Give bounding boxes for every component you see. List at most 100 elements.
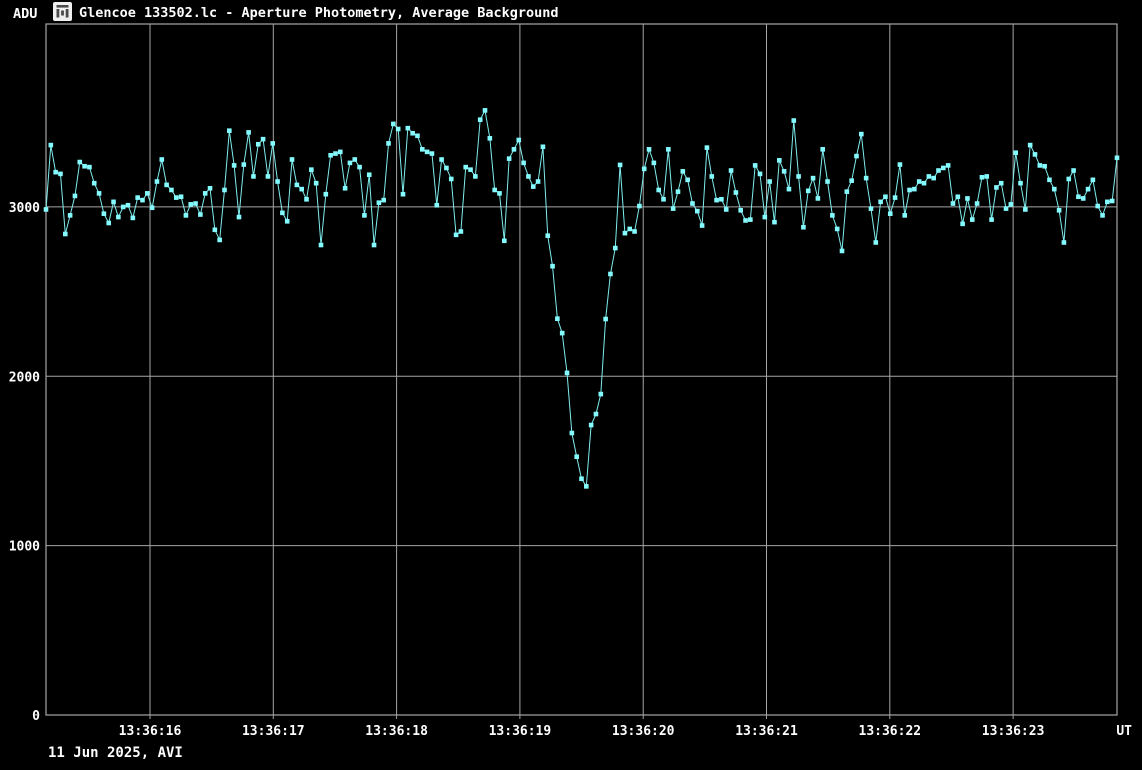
data-point-marker: [681, 169, 686, 174]
data-point-marker: [246, 130, 251, 135]
data-point-marker: [126, 203, 131, 208]
data-point-marker: [758, 172, 763, 177]
data-point-marker: [1052, 187, 1057, 192]
data-point-marker: [965, 196, 970, 201]
data-point-marker: [121, 205, 126, 210]
data-point-marker: [748, 217, 753, 222]
data-point-marker: [1004, 206, 1009, 211]
data-point-marker: [873, 240, 878, 245]
data-point-marker: [608, 272, 613, 277]
data-point-marker: [1100, 213, 1105, 218]
light-curve-line: [46, 110, 1117, 486]
data-point-marker: [454, 233, 459, 238]
y-tick-label: 2000: [9, 370, 40, 385]
data-point-marker: [1062, 240, 1067, 245]
data-point-marker: [1066, 177, 1071, 182]
y-tick-label: 1000: [9, 540, 40, 555]
data-point-marker: [975, 201, 980, 206]
data-point-marker: [352, 157, 357, 162]
plot-frame: [46, 24, 1117, 715]
y-axis-unit-label: ADU: [13, 6, 37, 22]
data-point-marker: [237, 215, 242, 220]
data-point-marker: [574, 454, 579, 459]
axis-label-layer: 13:36:1613:36:1713:36:1813:36:1913:36:20…: [9, 201, 1045, 739]
data-point-marker: [285, 219, 290, 224]
data-point-marker: [516, 138, 521, 143]
data-point-marker: [140, 198, 145, 203]
data-point-marker: [690, 201, 695, 206]
data-point-marker: [864, 176, 869, 181]
data-point-marker: [213, 227, 218, 232]
data-point-marker: [989, 217, 994, 222]
x-tick-label: 13:36:22: [859, 724, 922, 739]
data-point-marker: [729, 168, 734, 173]
data-point-marker: [1110, 199, 1115, 204]
data-point-marker: [44, 207, 49, 212]
data-point-marker: [541, 144, 546, 149]
data-series-layer: [44, 108, 1120, 489]
data-point-marker: [478, 117, 483, 122]
data-point-marker: [82, 164, 87, 169]
footer-date-label: 11 Jun 2025, AVI: [48, 745, 183, 761]
data-point-marker: [994, 185, 999, 190]
data-point-marker: [545, 233, 550, 238]
data-point-marker: [68, 213, 73, 218]
data-point-marker: [275, 179, 280, 184]
data-point-marker: [198, 212, 203, 217]
data-point-marker: [570, 431, 575, 436]
data-point-marker: [550, 264, 555, 269]
data-point-marker: [666, 147, 671, 152]
data-point-marker: [738, 208, 743, 213]
data-point-marker: [434, 203, 439, 208]
data-point-marker: [560, 331, 565, 336]
light-curve-markers: [44, 108, 1120, 489]
data-point-marker: [463, 165, 468, 170]
data-point-marker: [830, 213, 835, 218]
data-point-marker: [951, 201, 956, 206]
data-point-marker: [656, 188, 661, 193]
data-point-marker: [309, 167, 314, 172]
data-point-marker: [579, 476, 584, 481]
data-point-marker: [902, 213, 907, 218]
data-point-marker: [299, 187, 304, 192]
x-tick-label: 13:36:18: [365, 724, 428, 739]
data-point-marker: [217, 238, 222, 243]
data-point-marker: [256, 142, 261, 147]
data-point-marker: [386, 141, 391, 146]
data-point-marker: [820, 147, 825, 152]
data-point-marker: [270, 141, 275, 146]
data-point-marker: [73, 194, 78, 199]
data-point-marker: [1057, 208, 1062, 213]
x-tick-label: 13:36:20: [612, 724, 675, 739]
data-point-marker: [907, 188, 912, 193]
data-point-marker: [77, 160, 82, 165]
data-point-marker: [883, 194, 888, 199]
data-point-marker: [661, 197, 666, 202]
data-point-marker: [92, 181, 97, 186]
data-point-marker: [695, 209, 700, 214]
data-point-marker: [174, 195, 179, 200]
data-point-marker: [97, 191, 102, 196]
data-point-marker: [203, 191, 208, 196]
data-point-marker: [401, 192, 406, 197]
data-point-marker: [227, 128, 232, 133]
data-point-marker: [328, 153, 333, 158]
data-point-marker: [179, 194, 184, 199]
data-point-marker: [512, 147, 517, 152]
data-point-marker: [526, 174, 531, 179]
data-point-marker: [348, 161, 353, 166]
x-axis-unit-label: UT: [1116, 724, 1132, 739]
data-point-marker: [1115, 156, 1120, 161]
data-point-marker: [1047, 178, 1052, 183]
data-point-marker: [492, 188, 497, 193]
data-point-marker: [396, 127, 401, 132]
data-point-marker: [391, 122, 396, 127]
data-point-marker: [671, 206, 676, 211]
x-tick-label: 13:36:19: [489, 724, 552, 739]
data-point-marker: [169, 188, 174, 193]
data-point-marker: [367, 172, 372, 177]
data-point-marker: [859, 132, 864, 137]
data-point-marker: [796, 174, 801, 179]
data-point-marker: [854, 154, 859, 159]
data-point-marker: [449, 177, 454, 182]
